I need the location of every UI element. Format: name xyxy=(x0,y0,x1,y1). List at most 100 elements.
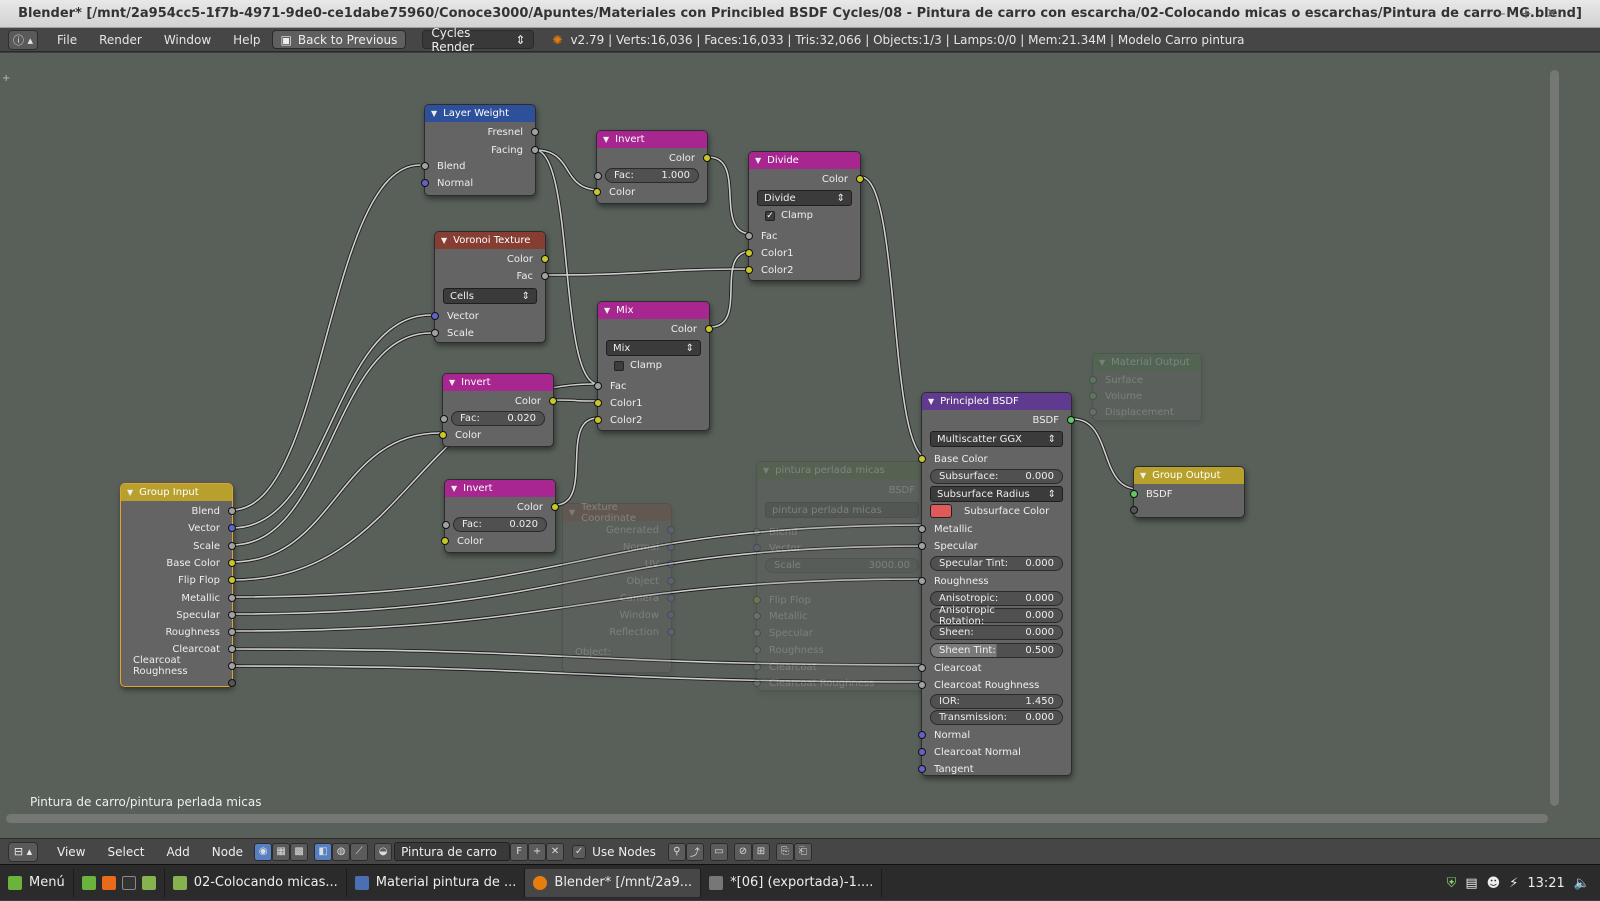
mix-node[interactable]: Mix Color Mix ⇕ Clamp Fac Color1 Color2 xyxy=(594,301,713,431)
invert-3-color-in-socket[interactable] xyxy=(441,537,449,545)
mix-color1-socket[interactable] xyxy=(594,399,602,407)
use-nodes-checkbox[interactable]: ✓ Use Nodes xyxy=(572,844,656,859)
divide-mode-select[interactable]: Divide ⇕ xyxy=(757,190,852,206)
editor-type-info-icon[interactable]: ⓘ ▴ xyxy=(8,29,38,50)
voronoi-coloring-select[interactable]: Cells ⇕ xyxy=(443,288,537,304)
gi-empty-socket[interactable] xyxy=(228,679,236,687)
object-shader-icon[interactable]: ◧ xyxy=(314,842,333,861)
base-color-socket[interactable] xyxy=(918,455,926,463)
sheen-tint-field[interactable]: Sheen Tint: 0.500 xyxy=(930,643,1063,658)
menu-select[interactable]: Select xyxy=(96,845,155,859)
group-output-empty-socket[interactable] xyxy=(1130,506,1138,514)
voronoi-fac-socket[interactable] xyxy=(541,272,549,280)
mix-mode-select[interactable]: Mix ⇕ xyxy=(606,340,701,356)
firefox-icon[interactable] xyxy=(101,875,116,890)
horizontal-scrollbar[interactable] xyxy=(6,814,1548,823)
menu-window[interactable]: Window xyxy=(153,33,222,47)
task-image-editor[interactable]: *[06] (exportada)-1.... xyxy=(701,868,883,897)
group-input-node[interactable]: Group Input Blend Vector Scale Base Colo… xyxy=(120,483,236,687)
group-output-title[interactable]: Group Output xyxy=(1134,467,1244,484)
unlink-material-icon[interactable]: ✕ xyxy=(546,842,565,861)
distribution-select[interactable]: Multiscatter GGX ⇕ xyxy=(930,431,1063,447)
snap-element-icon[interactable]: ⊞ xyxy=(751,842,770,861)
transmission-field[interactable]: Transmission: 0.000 xyxy=(930,710,1063,725)
menu-view[interactable]: View xyxy=(46,845,96,859)
gi-flip-flop-socket[interactable] xyxy=(228,576,236,584)
clearcoat-socket[interactable] xyxy=(918,664,926,672)
gi-blend-socket[interactable] xyxy=(228,507,236,515)
invert-2-color-out-socket[interactable] xyxy=(549,397,557,405)
texture-nodes-icon[interactable]: ▩ xyxy=(290,842,309,861)
paste-nodes-icon[interactable]: ⎗ xyxy=(793,842,812,861)
gi-base-color-socket[interactable] xyxy=(228,559,236,567)
compositing-nodes-icon[interactable]: ▦ xyxy=(272,842,291,861)
tangent-socket[interactable] xyxy=(918,765,926,773)
task-document[interactable]: Material pintura de ... xyxy=(347,868,526,897)
render-engine-select[interactable]: Cycles Render ⇕ xyxy=(422,26,535,54)
terminal-icon[interactable] xyxy=(121,875,136,890)
layer-weight-node[interactable]: Layer Weight Fresnel Facing Blend Normal xyxy=(421,104,539,196)
mix-color2-socket[interactable] xyxy=(594,416,602,424)
invert-node-3[interactable]: Invert Color Fac: 0.020 Color xyxy=(441,479,559,553)
divide-node[interactable]: Divide Color Divide ⇕ ✓ Clamp Fac Color1 C… xyxy=(745,151,864,281)
invert-1-color-out-socket[interactable] xyxy=(703,154,711,162)
invert-1-title[interactable]: Invert xyxy=(597,131,707,148)
invert-3-fac-field[interactable]: Fac: 0.020 xyxy=(442,517,547,532)
principled-bsdf-node[interactable]: Principled BSDF BSDF Multiscatter GGX ⇕ B… xyxy=(918,392,1075,776)
clipboard-icon[interactable]: ▤ xyxy=(1465,876,1477,891)
divide-title[interactable]: Divide xyxy=(749,152,860,169)
editor-type-node-icon[interactable]: ⊟ ▴ xyxy=(8,841,38,862)
invert-node-2[interactable]: Invert Color Fac: 0.020 Color xyxy=(439,373,557,447)
gi-clearcoat-roughness-socket[interactable] xyxy=(228,662,236,670)
gi-clearcoat-socket[interactable] xyxy=(228,645,236,653)
material-browse-icon[interactable]: ◒ xyxy=(374,842,393,861)
shield-icon[interactable]: ⛨ xyxy=(1447,876,1457,891)
pin-icon[interactable]: ⚲ xyxy=(667,842,686,861)
gi-scale-socket[interactable] xyxy=(228,542,236,550)
principled-title[interactable]: Principled BSDF xyxy=(922,393,1071,410)
task-blender[interactable]: Blender* [/mnt/2a9... xyxy=(525,868,702,897)
menu-help[interactable]: Help xyxy=(222,33,271,47)
subsurface-field[interactable]: Subsurface: 0.000 xyxy=(930,469,1063,484)
invert-2-title[interactable]: Invert xyxy=(443,374,553,391)
clearcoat-normal-socket[interactable] xyxy=(918,748,926,756)
divide-fac-socket[interactable] xyxy=(745,232,753,240)
backdrop-icon[interactable]: ▭ xyxy=(709,842,728,861)
menu-file[interactable]: File xyxy=(46,33,88,47)
user-icon[interactable]: ☻ xyxy=(1487,876,1501,891)
copy-nodes-icon[interactable]: ⎘ xyxy=(775,842,794,861)
divide-clamp-checkbox[interactable]: ✓ Clamp xyxy=(765,210,813,221)
gi-vector-socket[interactable] xyxy=(228,524,236,532)
normal-in-socket[interactable] xyxy=(918,731,926,739)
shader-nodes-icon[interactable]: ◉ xyxy=(254,842,273,861)
invert-2-color-in-socket[interactable] xyxy=(439,431,447,439)
back-to-previous-button[interactable]: ▣ Back to Previous xyxy=(271,30,407,49)
menu-node[interactable]: Node xyxy=(201,845,254,859)
voronoi-title[interactable]: Voronoi Texture xyxy=(435,232,545,249)
fresnel-socket[interactable] xyxy=(531,128,539,136)
files-icon[interactable] xyxy=(141,875,156,890)
voronoi-color-socket[interactable] xyxy=(541,255,549,263)
show-desktop-icon[interactable] xyxy=(81,875,96,890)
invert-3-color-out-socket[interactable] xyxy=(551,503,559,511)
gi-roughness-socket[interactable] xyxy=(228,628,236,636)
facing-socket[interactable] xyxy=(531,146,539,154)
node-editor[interactable]: Material Output Surface Volume Displacem… xyxy=(0,53,1600,838)
subsurface-radius-select[interactable]: Subsurface Radius ⇕ xyxy=(930,486,1063,502)
mix-fac-socket[interactable] xyxy=(594,382,602,390)
voronoi-vector-socket[interactable] xyxy=(431,312,439,320)
invert-2-fac-field[interactable]: Fac: 0.020 xyxy=(440,411,545,426)
principled-bsdf-socket[interactable] xyxy=(1067,416,1075,424)
group-output-node[interactable]: Group Output BSDF xyxy=(1130,466,1245,518)
metallic-socket[interactable] xyxy=(918,525,926,533)
clearcoat-roughness-socket[interactable] xyxy=(918,681,926,689)
ior-field[interactable]: IOR: 1.450 xyxy=(930,694,1063,709)
go-parent-icon[interactable]: ⤴ xyxy=(685,842,704,861)
maximize-icon[interactable]: + xyxy=(1514,0,1538,28)
invert-3-title[interactable]: Invert xyxy=(445,480,555,497)
add-material-icon[interactable]: + xyxy=(528,842,547,861)
voronoi-texture-node[interactable]: Voronoi Texture Color Fac Cells⇕ Vector … xyxy=(431,231,549,343)
gi-specular-socket[interactable] xyxy=(228,611,236,619)
menu-render[interactable]: Render xyxy=(88,33,153,47)
vertical-scrollbar[interactable] xyxy=(1550,70,1559,806)
